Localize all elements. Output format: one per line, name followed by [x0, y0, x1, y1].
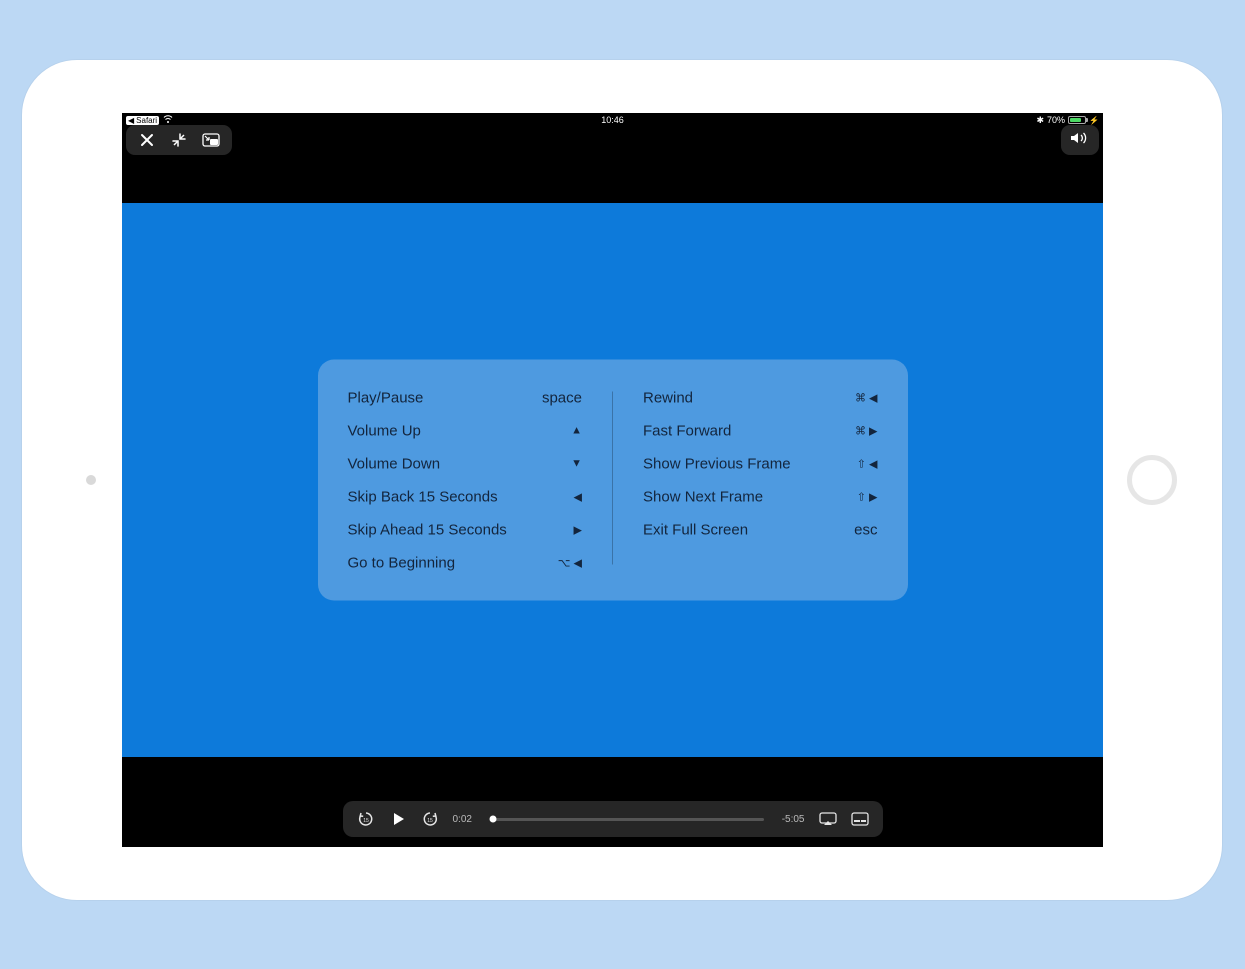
video-content[interactable]: Play/Pause space Volume Up ▲ Volume Down… — [122, 203, 1103, 757]
time-elapsed: 0:02 — [453, 814, 472, 825]
status-bar: ◀ Safari 10:46 ✱ 70% ⚡ — [122, 113, 1103, 127]
airplay-icon[interactable] — [819, 810, 837, 828]
minimize-icon[interactable] — [170, 131, 188, 149]
shortcut-label: Volume Down — [348, 455, 441, 472]
shortcut-row: Play/Pause space — [348, 388, 583, 408]
shortcut-row: Show Next Frame ⇧ ▶ — [643, 487, 878, 507]
shortcut-label: Play/Pause — [348, 389, 424, 406]
play-icon[interactable] — [389, 810, 407, 828]
close-icon[interactable] — [138, 131, 156, 149]
battery-icon — [1068, 116, 1086, 124]
top-left-controls — [126, 125, 232, 155]
skip-ahead-15-icon[interactable]: 15 — [421, 810, 439, 828]
shortcut-label: Show Previous Frame — [643, 455, 791, 472]
keyboard-shortcuts-overlay: Play/Pause space Volume Up ▲ Volume Down… — [318, 360, 908, 601]
status-time: 10:46 — [601, 115, 624, 125]
shortcut-row: Rewind ⌘ ◀ — [643, 388, 878, 408]
volume-button[interactable] — [1061, 125, 1099, 155]
shortcut-key: ▲ — [571, 425, 582, 437]
shortcut-label: Fast Forward — [643, 422, 731, 439]
status-left: ◀ Safari — [126, 115, 601, 125]
shortcut-label: Go to Beginning — [348, 554, 456, 571]
svg-text:15: 15 — [363, 818, 369, 824]
shortcut-key: ⇧ ◀ — [857, 457, 878, 470]
shortcut-key: ▼ — [571, 458, 582, 470]
back-app-label: Safari — [136, 116, 157, 125]
charging-icon: ⚡ — [1089, 116, 1099, 125]
svg-text:15: 15 — [427, 818, 433, 824]
shortcut-label: Skip Back 15 Seconds — [348, 488, 498, 505]
playback-bar: 15 15 0:02 -5:05 — [343, 801, 883, 837]
shortcut-row: Fast Forward ⌘ ▶ — [643, 421, 878, 441]
shortcut-key: ⌥ ◀ — [558, 556, 582, 569]
shortcut-key: ◀ — [574, 490, 582, 503]
shortcuts-col-left: Play/Pause space Volume Up ▲ Volume Down… — [348, 388, 613, 573]
ipad-frame: ◀ Safari 10:46 ✱ 70% ⚡ — [22, 60, 1222, 900]
battery-percent-label: 70% — [1047, 115, 1065, 125]
shortcut-label: Volume Up — [348, 422, 421, 439]
subtitles-icon[interactable] — [851, 810, 869, 828]
scrubber-track[interactable] — [490, 818, 764, 821]
chevron-left-icon: ◀ — [128, 116, 134, 125]
shortcut-row: Go to Beginning ⌥ ◀ — [348, 553, 583, 573]
shortcut-key: ⇧ ▶ — [857, 490, 878, 503]
shortcut-label: Skip Ahead 15 Seconds — [348, 521, 507, 538]
shortcut-row: Exit Full Screen esc — [643, 520, 878, 540]
ipad-home-button[interactable] — [1127, 455, 1177, 505]
skip-back-15-icon[interactable]: 15 — [357, 810, 375, 828]
time-remaining: -5:05 — [782, 814, 805, 825]
shortcut-key: ⌘ ◀ — [855, 391, 878, 404]
scrubber-knob[interactable] — [489, 816, 496, 823]
shortcut-key: ⌘ ▶ — [855, 424, 878, 437]
shortcut-row: Skip Back 15 Seconds ◀ — [348, 487, 583, 507]
shortcut-row: Show Previous Frame ⇧ ◀ — [643, 454, 878, 474]
shortcut-label: Show Next Frame — [643, 488, 763, 505]
shortcuts-col-right: Rewind ⌘ ◀ Fast Forward ⌘ ▶ Show Previou… — [613, 388, 878, 573]
shortcut-label: Exit Full Screen — [643, 521, 748, 538]
shortcut-key: ▶ — [574, 523, 582, 536]
shortcut-label: Rewind — [643, 389, 693, 406]
shortcut-key: space — [542, 389, 582, 406]
back-to-app-button[interactable]: ◀ Safari — [126, 116, 159, 125]
shortcut-key: esc — [854, 521, 877, 538]
ipad-camera — [86, 475, 96, 485]
screen: ◀ Safari 10:46 ✱ 70% ⚡ — [122, 113, 1103, 847]
status-right: ✱ 70% ⚡ — [624, 115, 1099, 126]
shortcut-row: Volume Up ▲ — [348, 421, 583, 441]
wifi-icon — [163, 115, 173, 125]
bluetooth-icon: ✱ — [1036, 115, 1044, 126]
shortcut-row: Volume Down ▼ — [348, 454, 583, 474]
shortcut-row: Skip Ahead 15 Seconds ▶ — [348, 520, 583, 540]
picture-in-picture-icon[interactable] — [202, 131, 220, 149]
volume-icon — [1070, 131, 1090, 150]
